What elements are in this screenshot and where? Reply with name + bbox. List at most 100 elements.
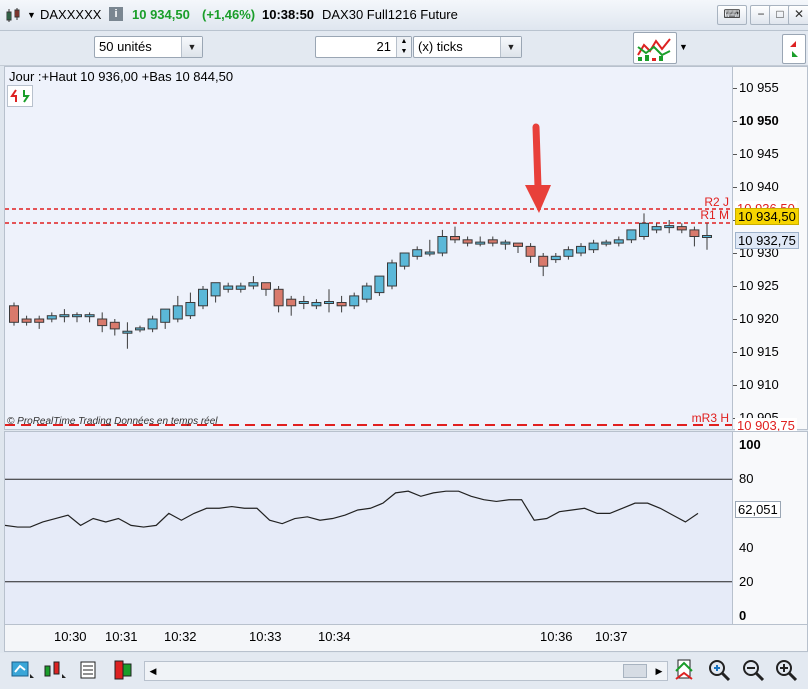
instrument-description: DAX30 Full1216 Future [322, 7, 458, 22]
candle [160, 308, 171, 323]
indicator-chart-button[interactable] [633, 32, 677, 64]
scroll-right-icon[interactable]: ▶ [651, 662, 667, 680]
candle [550, 255, 561, 261]
candle [273, 288, 284, 307]
indicator-panel[interactable] [4, 431, 733, 625]
candle [109, 321, 120, 330]
price-tick-mark [733, 385, 737, 386]
price-axis[interactable]: 10 95510 95010 94510 94010 93510 93010 9… [732, 66, 808, 433]
settings-list-icon[interactable] [78, 658, 100, 682]
candle [664, 225, 675, 229]
candle [72, 314, 82, 318]
ticks-unit-select[interactable]: (x) ticks ▼ [413, 36, 522, 58]
price-tick-mark [733, 319, 737, 320]
indicator-tick-label: 100 [739, 437, 761, 452]
candle [286, 298, 297, 307]
info-icon[interactable]: i [109, 7, 123, 21]
candle [374, 275, 385, 294]
indicator-line [5, 490, 699, 528]
price-change: (+1,46%) [202, 7, 256, 22]
time-tick-label: 10:31 [105, 629, 138, 644]
price-tick-mark [733, 352, 737, 353]
scroll-left-icon[interactable]: ◀ [145, 662, 161, 680]
candle [261, 282, 271, 290]
indicator-tick-label: 80 [739, 471, 754, 487]
price-tick-label: 10 925 [739, 278, 779, 293]
crosshair-tool-icon[interactable] [673, 657, 697, 683]
scroll-thumb[interactable] [623, 664, 647, 678]
last-price: 10 934,50 [132, 7, 190, 22]
time-tick-label: 10:36 [540, 629, 573, 644]
price-chart[interactable]: R2 J R1 M mR3 H Jour :+Haut 10 936,00 +Bas… [4, 66, 733, 430]
units-select[interactable]: 50 unités ▼ [94, 36, 203, 58]
price-tick-mark [733, 187, 737, 188]
zoom-out-icon[interactable] [740, 657, 766, 683]
price-tick-label: 10 945 [739, 146, 779, 161]
indicator-tick-label: 0 [739, 608, 747, 623]
keyboard-icon[interactable]: ⌨ [717, 5, 747, 25]
candle [135, 327, 145, 331]
candle [399, 252, 410, 267]
indicators-icon[interactable] [111, 658, 135, 682]
price-tick-label: 10 950 [739, 113, 779, 128]
zoom-fit-icon[interactable] [706, 657, 732, 683]
candle [387, 262, 397, 287]
level-label: R1 M [700, 208, 729, 222]
time-axis[interactable]: 10:30 10:31 10:32 10:33 10:34 10:36 10:37 [4, 624, 808, 652]
time-tick-label: 10:32 [164, 629, 197, 644]
time-tick-label: 10:37 [595, 629, 628, 644]
candle [46, 315, 57, 320]
candle [9, 305, 19, 323]
chart-type-icon[interactable] [5, 7, 21, 23]
candle [601, 241, 612, 245]
candle [639, 222, 649, 238]
time-tick-label: 10:33 [249, 629, 282, 644]
price-tick-label: 10 915 [739, 344, 779, 359]
candle [336, 302, 347, 307]
level-label: R2 J [704, 195, 729, 209]
bottom-toolbar: ◀ ▶ [0, 653, 808, 689]
indicator-dropdown-icon[interactable]: ▼ [679, 42, 688, 52]
candle [349, 295, 360, 307]
units-dropdown-icon[interactable]: ▼ [181, 37, 202, 57]
candle [97, 318, 108, 327]
candles-icon[interactable] [42, 658, 68, 682]
stepper-up-icon[interactable]: ▲ [396, 37, 411, 47]
price-tick-mark [733, 88, 737, 89]
candle [475, 241, 486, 245]
time-tick-label: 10:34 [318, 629, 351, 644]
candle [487, 239, 498, 244]
indicator-axis[interactable]: 10080604020062,051 [732, 431, 808, 625]
candle [437, 236, 448, 254]
zoom-in-icon[interactable] [773, 657, 799, 683]
horizontal-scrollbar[interactable]: ◀ ▶ [144, 661, 668, 681]
units-value: 50 unités [99, 39, 152, 54]
candle [21, 318, 32, 323]
candle [185, 302, 196, 317]
candle [122, 330, 133, 334]
instrument-name[interactable]: DAXXXXX [40, 7, 101, 22]
time-tick-label: 10:30 [54, 629, 87, 644]
ticks-unit-value: (x) ticks [418, 39, 463, 54]
refresh-button[interactable] [7, 85, 33, 107]
secondary-price-tag: 10 932,75 [735, 232, 799, 249]
ticks-stepper[interactable]: 21 ▲ ▼ [315, 36, 412, 58]
dropdown-arrow-icon[interactable]: ▼ [27, 10, 36, 20]
close-button[interactable]: ✕ [788, 5, 808, 25]
candle [525, 245, 536, 257]
candle [248, 282, 259, 287]
candle [613, 239, 624, 244]
drawing-tools-icon[interactable] [10, 658, 36, 682]
candle [676, 226, 687, 231]
candle [702, 235, 712, 238]
candle [462, 239, 473, 244]
watermark: © ProRealTime Trading Données en temps r… [7, 416, 218, 427]
candle [172, 305, 183, 320]
candle [34, 318, 45, 323]
candle [84, 314, 95, 318]
ticks-unit-dropdown-icon[interactable]: ▼ [500, 37, 521, 57]
candle [324, 301, 334, 304]
price-tick-mark [733, 286, 737, 287]
panel-toggle-button[interactable] [782, 34, 806, 64]
stepper-down-icon[interactable]: ▼ [396, 47, 411, 57]
